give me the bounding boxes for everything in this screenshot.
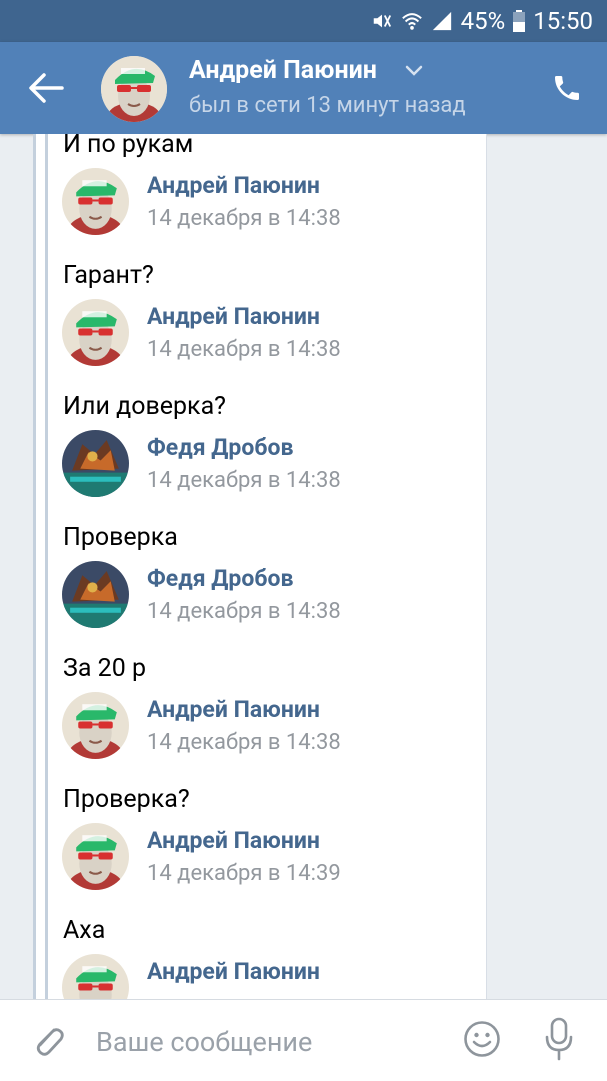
avatar[interactable] xyxy=(62,954,129,1001)
author-name[interactable]: Федя Дробов xyxy=(147,565,293,592)
author-name[interactable]: Федя Дробов xyxy=(147,434,293,461)
last-seen-status: был в сети 13 минут назад xyxy=(189,93,466,118)
author-name[interactable]: Андрей Паюнин xyxy=(147,172,320,199)
clock: 15:50 xyxy=(533,7,593,35)
battery-percent: 45% xyxy=(461,7,506,35)
microphone-icon[interactable] xyxy=(543,1017,575,1061)
avatar[interactable] xyxy=(62,823,129,890)
chat-header: Андрей Паюнин был в сети 13 минут назад xyxy=(0,42,607,134)
avatar[interactable] xyxy=(62,561,129,628)
signal-icon xyxy=(431,10,453,32)
author-name[interactable]: Андрей Паюнин xyxy=(147,696,320,723)
status-bar: 45% 15:50 xyxy=(0,0,607,42)
message-text: И по рукам xyxy=(63,134,193,159)
paperclip-icon[interactable] xyxy=(30,1022,66,1062)
message-input[interactable] xyxy=(96,1022,436,1062)
message-date: 14 декабря в 14:39 xyxy=(147,861,341,886)
message-date: 14 декабря в 14:38 xyxy=(147,730,341,755)
forward-indicator-bar xyxy=(45,134,48,1000)
avatar[interactable] xyxy=(62,692,129,759)
message-text: Проверка xyxy=(63,523,178,552)
message-date: 14 декабря в 14:38 xyxy=(147,599,341,624)
author-name[interactable]: Андрей Паюнин xyxy=(147,827,320,854)
message-text: Аха xyxy=(63,916,105,945)
avatar[interactable] xyxy=(62,168,129,235)
status-indicators: 45% 15:50 xyxy=(371,6,593,36)
message-text: Или доверка? xyxy=(63,392,226,421)
forwarded-messages: И по рукам Андрей Паюнин 14 декабря в 14:… xyxy=(33,134,487,1001)
wifi-icon xyxy=(401,10,423,32)
mute-icon xyxy=(371,10,393,32)
battery-icon xyxy=(513,10,525,32)
message-date: 14 декабря в 14:38 xyxy=(147,468,341,493)
emoji-icon[interactable] xyxy=(463,1020,501,1058)
avatar[interactable] xyxy=(62,299,129,366)
author-name[interactable]: Андрей Паюнин xyxy=(147,958,320,985)
phone-icon[interactable] xyxy=(551,72,583,104)
message-date: 14 декабря в 14:38 xyxy=(147,206,341,231)
chevron-down-icon[interactable] xyxy=(404,64,424,78)
compose-bar xyxy=(0,999,607,1081)
author-name[interactable]: Андрей Паюнин xyxy=(147,303,320,330)
contact-name[interactable]: Андрей Паюнин xyxy=(189,56,377,85)
forward-indicator-bar xyxy=(33,134,36,1000)
message-date: 14 декабря в 14:38 xyxy=(147,337,341,362)
back-arrow-icon[interactable] xyxy=(28,72,64,104)
message-text: Проверка? xyxy=(63,785,190,814)
avatar[interactable] xyxy=(62,430,129,497)
message-text: Гарант? xyxy=(63,261,154,290)
message-text: За 20 р xyxy=(63,654,146,683)
avatar[interactable] xyxy=(101,56,167,122)
